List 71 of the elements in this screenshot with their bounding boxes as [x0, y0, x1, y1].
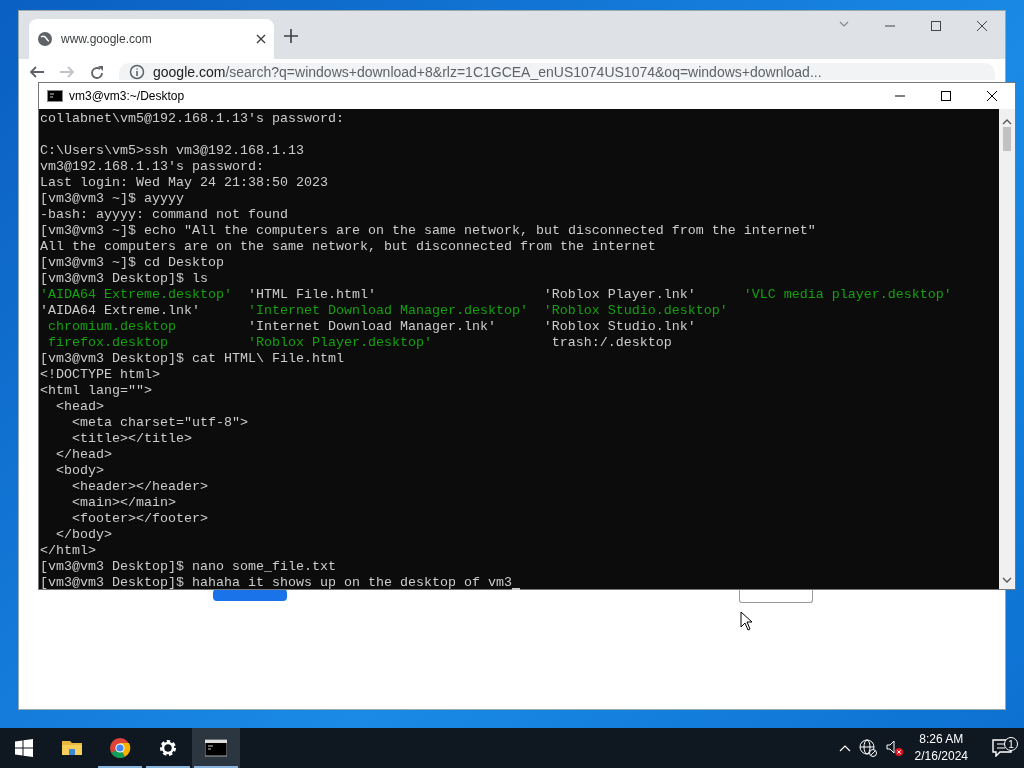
network-icon[interactable]	[858, 739, 877, 757]
file-name: 'VLC media player.desktop'	[743, 287, 952, 303]
terminal-line: collabnet\vm5@192.168.1.13's password:	[40, 111, 345, 127]
terminal-line: <meta charset="utf-8">	[71, 415, 249, 431]
terminal-line: <!DOCTYPE html>	[40, 367, 161, 383]
file-name: 'AIDA64 Extreme.desktop'	[40, 287, 233, 303]
clock[interactable]: 8:26 AM 2/16/2024	[914, 731, 968, 765]
terminal-line: <head>	[55, 399, 105, 415]
file-name: chromium.desktop	[47, 319, 177, 335]
terminal-line: [vm3@vm3 ~]$ cd Desktop	[40, 255, 225, 271]
terminal-line: <title></title>	[71, 431, 193, 447]
terminal-line: -bash: ayyyy: command not found	[40, 207, 289, 223]
gear-icon	[157, 737, 179, 759]
maximize-icon	[929, 19, 943, 33]
terminal-line: All the computers are on the same network, but disconnected from the internet	[40, 239, 657, 255]
window-title: vm3@vm3:~/Desktop	[69, 88, 186, 105]
maximize-icon	[939, 89, 953, 103]
url-text: google.com/search?q=windows+download+8&rlz=1C1GCEA_enUS1074US1074&oq=windows+download...	[153, 63, 822, 80]
notifications-button[interactable]: 1	[980, 739, 1024, 757]
terminal-line: [vm3@vm3 Desktop]$ cat HTML\ File.html	[40, 351, 345, 367]
file-name: 'Internet Download Manager.lnk'	[247, 319, 497, 335]
file-name: trash:/.desktop	[550, 335, 673, 351]
notification-icon	[992, 739, 1012, 757]
close-icon	[256, 34, 266, 44]
terminal-line: [vm3@vm3 ~]$ echo "All the computers are on the same network, but disconnected from the internet"	[40, 223, 817, 239]
chevron-up-icon[interactable]	[838, 744, 851, 752]
tab-close-button[interactable]	[256, 34, 266, 44]
terminal-line: </head>	[55, 447, 113, 463]
terminal-line: <main></main>	[71, 495, 177, 511]
scrollbar[interactable]	[999, 109, 1015, 589]
address-bar[interactable]: google.com/search?q=windows+download+8&rlz=1C1GCEA_enUS1074US1074&oq=windows+download...	[119, 63, 995, 80]
info-icon[interactable]	[129, 63, 145, 80]
scrollbar-thumb[interactable]	[1003, 127, 1011, 151]
reload-icon[interactable]	[89, 65, 105, 81]
notification-count: 1	[1004, 737, 1018, 751]
terminal-line: [vm3@vm3 Desktop]$ ls	[40, 271, 209, 287]
terminal-line: [vm3@vm3 ~]$ ayyyy	[40, 191, 185, 207]
file-name: 'AIDA64 Extreme.lnk'	[40, 303, 201, 319]
plus-icon	[284, 29, 298, 43]
terminal-line: Last login: Wed May 24 21:38:50 2023	[40, 175, 329, 191]
terminal-icon	[47, 90, 63, 102]
file-name: firefox.desktop	[47, 335, 169, 351]
globe-icon	[37, 31, 53, 47]
taskbar-app-button[interactable]	[192, 728, 240, 768]
terminal-line: <body>	[55, 463, 105, 479]
speaker-muted-icon[interactable]	[884, 739, 903, 757]
terminal-icon	[205, 737, 227, 759]
terminal-line: C:\Users\vm5>ssh vm3@192.168.1.13	[40, 143, 305, 159]
terminal-line: </body>	[55, 527, 113, 543]
terminal-line: </html>	[40, 543, 97, 559]
windows-logo-icon	[15, 739, 33, 757]
file-name: 'Roblox Studio.desktop'	[543, 303, 729, 319]
file-name: 'Internet Download Manager.desktop'	[247, 303, 529, 319]
file-name: 'Roblox Player.lnk'	[543, 287, 697, 303]
terminal-line: <footer></footer>	[71, 511, 209, 527]
terminal-line: [vm3@vm3 Desktop]$ nano some_file.txt	[40, 559, 337, 575]
close-icon	[975, 19, 989, 33]
new-tab-button[interactable]	[284, 29, 298, 43]
terminal-line: <html lang="">	[40, 383, 153, 399]
close-icon	[985, 89, 999, 103]
browser-tab[interactable]: www.google.com	[29, 19, 274, 59]
mouse-pointer-icon	[740, 611, 754, 631]
file-name: 'HTML File.html'	[247, 287, 377, 303]
back-icon[interactable]	[29, 65, 45, 79]
terminal-line: <header></header>	[71, 479, 209, 495]
file-name: 'Roblox Studio.lnk'	[543, 319, 697, 335]
file-name: 'Roblox Player.desktop'	[247, 335, 433, 351]
chrome-icon	[109, 737, 131, 759]
terminal-line: vm3@192.168.1.13's password:	[40, 159, 265, 175]
tab-title: www.google.com	[61, 31, 153, 48]
terminal-line: [vm3@vm3 Desktop]$ hahaha it shows up on the desktop of vm3	[40, 575, 512, 591]
